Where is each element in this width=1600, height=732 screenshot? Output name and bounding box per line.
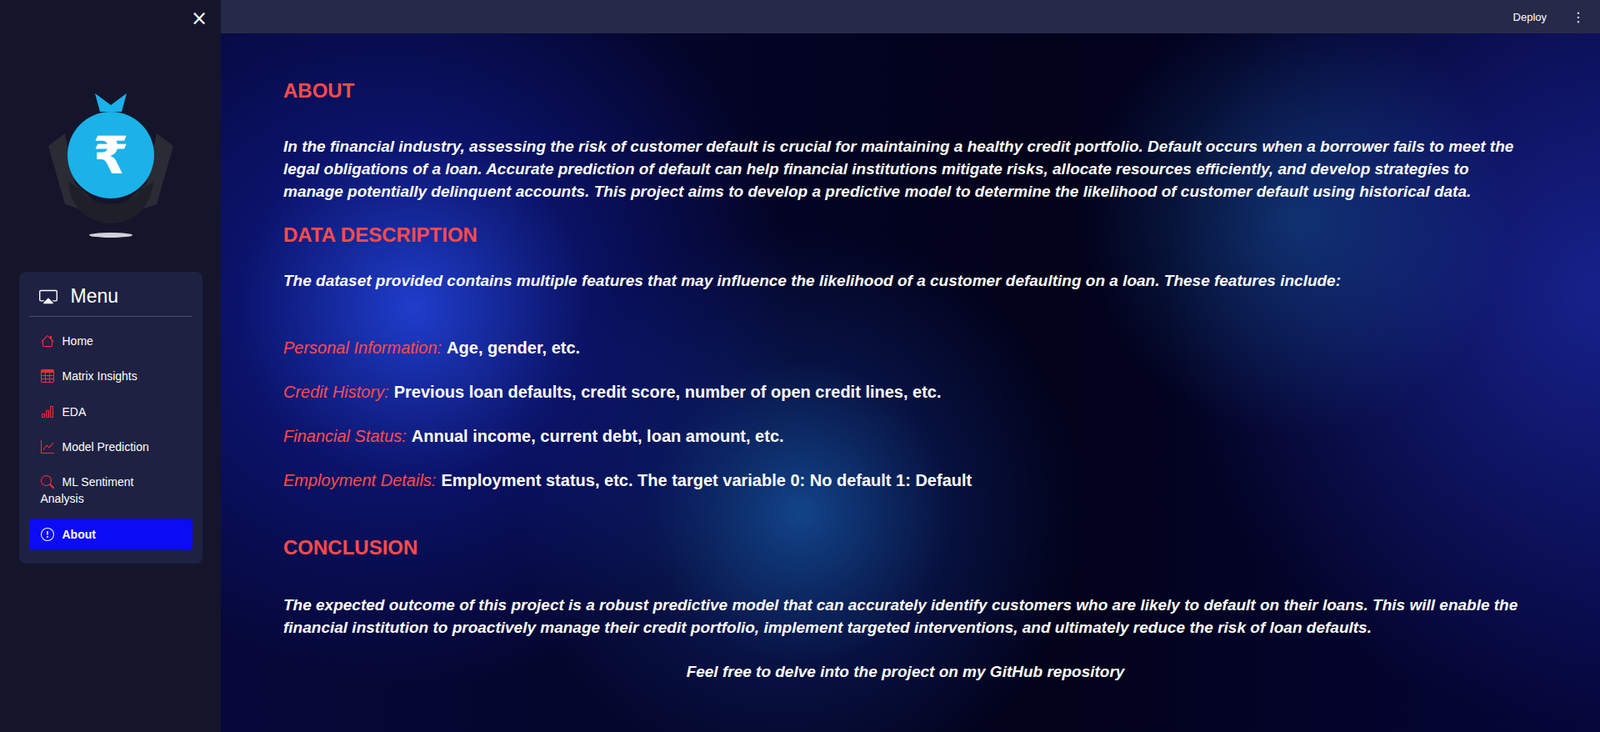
top-bar: Deploy ⋮ — [220, 0, 1600, 34]
menu-item[interactable]: Home — [29, 325, 193, 357]
feature-item: Financial Status:Annual income, current … — [283, 425, 1528, 448]
house-icon — [40, 334, 55, 348]
menu: Menu HomeMatrix InsightsEDAModel Predicti… — [19, 271, 203, 564]
search-icon — [40, 475, 55, 489]
github-note: Feel free to delve into the project on m… — [283, 660, 1528, 683]
menu-item[interactable]: Matrix Insights — [29, 360, 193, 392]
feature-item: Credit History:Previous loan defaults, c… — [283, 380, 1528, 404]
menu-item[interactable]: ML Sentiment Analysis — [29, 465, 193, 515]
main: Deploy ⋮ ABOUT In the financial industry, a… — [220, 0, 1600, 732]
feature-label: Employment Details: — [283, 470, 436, 490]
feature-item: Employment Details:Employment status, et… — [283, 469, 1528, 492]
bar-chart-icon — [40, 405, 55, 419]
app: × ₹ Menu HomeMatrix InsightsEDAModel Predic… — [0, 0, 1600, 732]
about-heading: ABOUT — [283, 78, 1528, 104]
cast-icon — [39, 287, 58, 306]
menu-item[interactable]: EDA — [29, 395, 193, 428]
conclusion-heading: CONCLUSION — [283, 535, 1528, 560]
more-button[interactable]: ⋮ — [1566, 8, 1590, 26]
sidebar: × ₹ Menu HomeMatrix InsightsEDAModel Predic… — [0, 0, 221, 732]
data-description-intro: The dataset provided contains multiple f… — [283, 269, 1528, 292]
feature-list: Personal Information:Age, gender, etc. Cr… — [283, 336, 1528, 492]
menu-item[interactable]: About — [29, 518, 193, 550]
close-sidebar-button[interactable]: × — [187, 6, 211, 30]
content: ABOUT In the financial industry, assessin… — [220, 33, 1600, 683]
deploy-button[interactable]: Deploy — [1508, 10, 1552, 25]
about-text: In the financial industry, assessing the… — [283, 135, 1528, 203]
line-chart-icon — [40, 440, 55, 454]
menu-title: Menu — [29, 283, 193, 317]
info-icon — [40, 527, 55, 541]
menu-item[interactable]: Model Prediction — [29, 430, 193, 463]
feature-label: Personal Information: — [283, 338, 442, 357]
logo: ₹ — [40, 83, 182, 242]
feature-label: Credit History: — [283, 382, 390, 401]
table-icon — [40, 369, 55, 383]
logo-icon: ₹ — [40, 83, 182, 242]
feature-label: Financial Status: — [283, 426, 407, 445]
data-description-heading: DATA DESCRIPTION — [283, 222, 1528, 248]
conclusion-text: The expected outcome of this project is … — [283, 593, 1528, 639]
rupee-symbol: ₹ — [92, 125, 129, 186]
feature-item: Personal Information:Age, gender, etc. — [283, 336, 1528, 360]
